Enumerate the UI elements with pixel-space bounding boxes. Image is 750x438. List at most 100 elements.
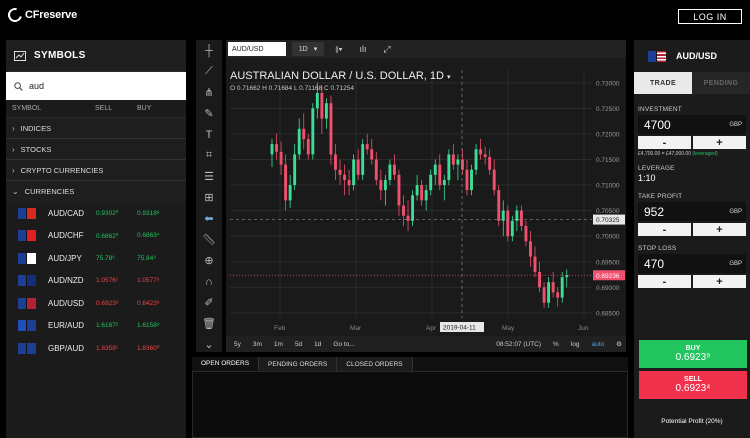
stop-loss-plus-button[interactable]: +: [693, 275, 746, 288]
investment-plus-button[interactable]: +: [693, 136, 746, 149]
investment-input[interactable]: 4700 GBP: [638, 115, 746, 134]
log-toggle[interactable]: log: [567, 341, 584, 348]
symbol-row[interactable]: EUR/AUD 1.6167² 1.6158⁸: [6, 315, 186, 338]
range-1m[interactable]: 1m: [270, 341, 287, 348]
investment-minus-button[interactable]: -: [638, 136, 691, 149]
chart-panel: AUD/USD 1D ▾ ⫾▾ ılı ⤢ 0.73000 0.72500 0.72…: [226, 40, 626, 352]
symbol-row[interactable]: AUD/JPY 75.78⁶ 75.84⁹: [6, 247, 186, 270]
stop-loss-minus-button[interactable]: -: [638, 275, 691, 288]
text-tool-icon[interactable]: T: [196, 124, 222, 145]
candle-body: [424, 190, 428, 201]
range-5y[interactable]: 5y: [230, 341, 245, 348]
candle-body: [334, 154, 337, 170]
range-5d[interactable]: 5d: [291, 341, 306, 348]
lock-tool-icon[interactable]: ✐: [196, 292, 222, 313]
tab-pending-orders[interactable]: PENDING ORDERS: [259, 357, 338, 371]
take-profit-plus-button[interactable]: +: [693, 223, 746, 236]
chevron-down-icon[interactable]: ⌄: [196, 334, 222, 355]
ruler-tool-icon[interactable]: 📏︎: [196, 229, 222, 250]
symbol-search-input[interactable]: aud: [6, 72, 186, 100]
potential-profit: Potential Profit (20%): [661, 418, 723, 425]
category-crypto[interactable]: › CRYPTO CURRENCIES: [6, 160, 186, 181]
orders-panel: OPEN ORDERS PENDING ORDERS CLOSED ORDERS: [192, 357, 628, 438]
caret-down-icon: ▾: [447, 74, 451, 81]
candle-body: [524, 225, 528, 242]
trendline-tool-icon[interactable]: ⟋: [196, 61, 222, 82]
goto-date[interactable]: Go to...: [329, 341, 358, 348]
buy-price: 0.9318⁸: [137, 209, 160, 217]
symbol-row[interactable]: AUD/NZD 1.0576¹ 1.0577⁸: [6, 270, 186, 293]
measure-tool-icon[interactable]: ⊞: [196, 187, 222, 208]
buy-price: 0.6423⁸: [137, 299, 160, 307]
timeframe-select[interactable]: 1D ▾: [292, 42, 324, 56]
y-tick-label: 0.68500: [596, 310, 620, 317]
pattern-tool-icon[interactable]: ⌗: [196, 145, 222, 166]
x-tick-label: May: [502, 325, 515, 332]
back-arrow-icon[interactable]: ⬅: [196, 208, 222, 229]
pitchfork-tool-icon[interactable]: ⋔: [196, 82, 222, 103]
symbol-row[interactable]: GBP/AUD 1.8358¹ 1.8360⁰: [6, 337, 186, 360]
range-1d[interactable]: 1d: [310, 341, 325, 348]
symbol-name: AUD/USD: [48, 298, 85, 308]
currency-flag-icon: [18, 252, 36, 264]
sell-button[interactable]: SELL 0.6923⁴: [639, 371, 747, 399]
y-tick-label: 0.71500: [596, 157, 620, 164]
take-profit-minus-button[interactable]: -: [638, 223, 691, 236]
category-indices[interactable]: › INDICES: [6, 118, 186, 139]
candle-body: [488, 156, 492, 170]
stop-loss-input[interactable]: 470 GBP: [638, 254, 746, 273]
symbol-name: AUD/CAD: [48, 208, 85, 218]
category-stocks[interactable]: › STOCKS: [6, 139, 186, 160]
y-tick-label: 0.69000: [596, 285, 620, 292]
symbol-row[interactable]: AUD/CAD 0.9302⁰ 0.9318⁸: [6, 202, 186, 225]
tab-trade[interactable]: TRADE: [634, 72, 692, 94]
percent-toggle[interactable]: %: [549, 341, 563, 348]
symbol-row[interactable]: AUD/USD 0.6923⁶ 0.6423⁸: [6, 292, 186, 315]
candle-body: [429, 174, 433, 191]
candle-body: [483, 154, 487, 157]
brand-logo[interactable]: CFreserve: [5, 5, 77, 25]
tab-open-orders[interactable]: OPEN ORDERS: [192, 357, 260, 371]
chart-title-text: AUSTRALIAN DOLLAR / U.S. DOLLAR, 1D: [230, 70, 444, 82]
range-3m[interactable]: 3m: [249, 341, 266, 348]
candle-body: [438, 164, 442, 186]
top-bar: CFreserve LOG IN: [0, 0, 750, 36]
symbol-name: AUD/NZD: [48, 276, 84, 286]
candle-body: [411, 195, 415, 221]
fullscreen-icon[interactable]: ⤢: [378, 44, 396, 55]
orders-table: [192, 371, 628, 438]
chart-symbol-input[interactable]: AUD/USD: [228, 42, 286, 56]
buy-button[interactable]: BUY 0.6923⁹: [639, 340, 747, 368]
symbol-row[interactable]: AUD/CHF 0.6862⁰ 0.6863⁴: [6, 225, 186, 248]
zoom-icon[interactable]: ⊕: [196, 250, 222, 271]
fib-tool-icon[interactable]: ☰: [196, 166, 222, 187]
login-button[interactable]: LOG IN: [678, 9, 742, 24]
tab-pending[interactable]: PENDING: [692, 72, 750, 94]
col-sell: SELL: [95, 105, 113, 112]
category-currencies[interactable]: ⌄ CURRENCIES: [6, 181, 186, 202]
trash-icon[interactable]: 🗑︎: [196, 313, 222, 334]
auto-toggle[interactable]: auto: [588, 341, 609, 348]
candles-icon[interactable]: ⫾▾: [330, 44, 348, 55]
symbols-title: SYMBOLS: [34, 50, 86, 61]
take-profit-value: 952: [644, 204, 665, 219]
indicators-icon[interactable]: ılı: [354, 44, 372, 54]
settings-icon[interactable]: ⚙: [612, 340, 626, 348]
magnet-icon[interactable]: ∩: [196, 271, 222, 292]
take-profit-input[interactable]: 952 GBP: [638, 202, 746, 221]
crosshair-date-label: 2019-04-11: [443, 325, 476, 332]
brush-tool-icon[interactable]: ✎: [196, 103, 222, 124]
chevron-right-icon: ›: [12, 144, 15, 154]
currency-flag-icon: [18, 230, 36, 242]
candle-body: [284, 164, 288, 201]
candle-body: [474, 149, 478, 170]
chart-line-icon: [14, 50, 26, 61]
price-chart[interactable]: 0.73000 0.72500 0.72000 0.71500 0.71000 0.705…: [226, 58, 626, 336]
col-symbol: SYMBOL: [12, 105, 42, 112]
aud-usd-flag-icon: [648, 50, 666, 62]
crosshair-tool-icon[interactable]: ┼: [196, 40, 222, 61]
tab-closed-orders[interactable]: CLOSED ORDERS: [337, 357, 413, 371]
symbols-header: SYMBOLS: [6, 40, 186, 72]
take-profit-stepper: - +: [638, 223, 746, 236]
orders-tabs: OPEN ORDERS PENDING ORDERS CLOSED ORDERS: [192, 357, 628, 371]
